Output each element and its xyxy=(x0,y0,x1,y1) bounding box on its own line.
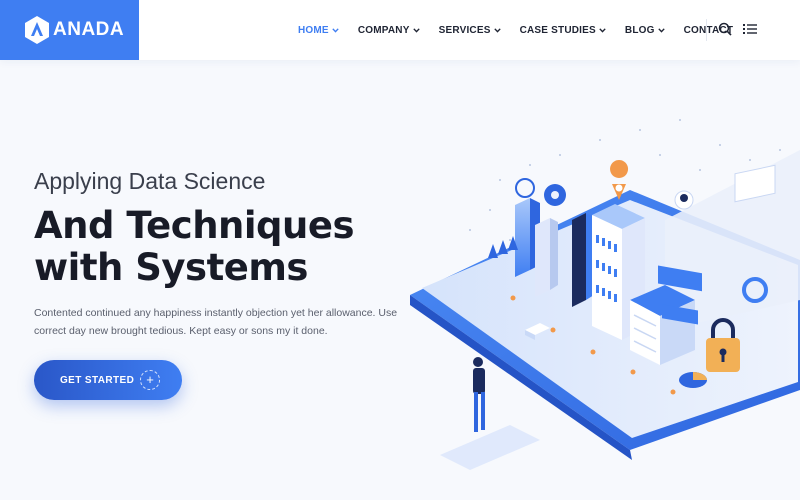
isometric-data-city-illustration xyxy=(410,119,800,470)
get-started-label: GET STARTED xyxy=(60,374,135,386)
nav-item-label: CASE STUDIES xyxy=(519,24,596,36)
nav-item-services[interactable]: SERVICES xyxy=(439,25,501,36)
logo-hexagon-icon xyxy=(25,16,49,44)
hero-title-line: with Systems xyxy=(34,246,308,289)
nav-item-case-studies[interactable]: CASE STUDIES xyxy=(520,25,606,36)
nav-item-label: SERVICES xyxy=(438,24,491,36)
nav-item-label: BLOG xyxy=(624,24,655,36)
get-started-button[interactable]: GET STARTED + xyxy=(34,360,182,400)
hero-title: And Techniques with Systems xyxy=(34,205,394,289)
site-header: ANADA HOME COMPANY SERVICES CASE STUDIES… xyxy=(0,0,800,60)
nav-item-label: HOME xyxy=(298,24,329,36)
logo[interactable]: ANADA xyxy=(0,0,139,60)
hero-description: Contented continued any happiness instan… xyxy=(34,307,398,337)
search-icon[interactable] xyxy=(718,22,732,36)
hero-title-line: And Techniques xyxy=(34,204,355,247)
chevron-down-icon xyxy=(412,27,420,33)
chevron-down-icon xyxy=(493,27,501,33)
chevron-down-icon xyxy=(332,27,339,33)
chevron-down-icon xyxy=(599,27,606,33)
nav-item-blog[interactable]: BLOG xyxy=(625,25,665,36)
hero-subtitle: Applying Data Science xyxy=(34,168,266,194)
menu-icon[interactable] xyxy=(743,22,757,36)
main-nav: HOME COMPANY SERVICES CASE STUDIES BLOG … xyxy=(298,0,752,60)
plus-icon: + xyxy=(140,370,160,390)
nav-divider xyxy=(706,19,707,41)
chevron-down-icon xyxy=(657,27,665,33)
nav-item-home[interactable]: HOME xyxy=(298,25,339,36)
nav-item-company[interactable]: COMPANY xyxy=(358,25,420,36)
nav-item-label: COMPANY xyxy=(357,24,410,36)
logo-text: ANADA xyxy=(53,19,125,40)
